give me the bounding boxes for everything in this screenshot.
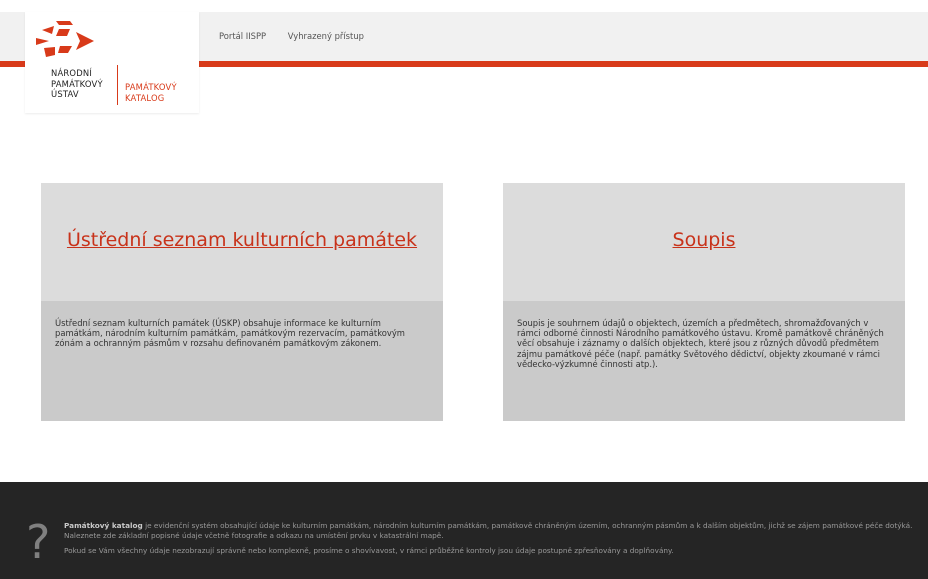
footer: ? Památkový katalog je evidenční systém … (0, 482, 928, 579)
card-body: Ústřední seznam kulturních památek (ÚSKP… (41, 301, 443, 421)
nav-link-portal-iispp[interactable]: Portál IISPP (219, 31, 266, 41)
footer-info: Památkový katalog je evidenční systém ob… (64, 521, 916, 557)
card-body: Soupis je souhrnem údajů o objektech, úz… (503, 301, 905, 421)
logo-org-line: ÚSTAV (51, 89, 79, 99)
card-soupis[interactable]: Soupis Soupis je souhrnem údajů o objekt… (503, 183, 905, 421)
footer-note: Pokud se Vám všechny údaje nezobrazují s… (64, 546, 674, 556)
card-description: Soupis je souhrnem údajů o objektech, úz… (517, 318, 884, 369)
logo-org-line: PAMÁTKOVÝ (51, 78, 103, 89)
logo-app-name: PAMÁTKOVÝ KATALOG (125, 82, 177, 103)
logo-org-name: NÁRODNÍ PAMÁTKOVÝ ÚSTAV (51, 68, 103, 100)
card-description: Ústřední seznam kulturních památek (ÚSKP… (55, 318, 405, 349)
logo-org-line: NÁRODNÍ (51, 68, 92, 78)
logo-app-line: PAMÁTKOVÝ (125, 82, 177, 92)
logo-divider (117, 65, 118, 105)
card-title-link[interactable]: Ústřední seznam kulturních památek (41, 229, 443, 251)
question-mark-icon: ? (26, 515, 51, 569)
footer-description: Památkový katalog je evidenční systém ob… (64, 521, 916, 541)
logo-app-line: KATALOG (125, 92, 165, 103)
card-header: Soupis (503, 183, 905, 301)
logo[interactable]: NÁRODNÍ PAMÁTKOVÝ ÚSTAV PAMÁTKOVÝ KATALO… (25, 12, 199, 113)
npu-logo-icon (36, 21, 94, 57)
card-header: Ústřední seznam kulturních památek (41, 183, 443, 301)
card-uskp[interactable]: Ústřední seznam kulturních památek Ústře… (41, 183, 443, 421)
card-title-link[interactable]: Soupis (503, 229, 905, 251)
footer-lead: Památkový katalog (64, 521, 143, 530)
main-nav: Portál IISPP Vyhrazený přístup (219, 31, 383, 41)
footer-text: je evidenční systém obsahující údaje ke … (64, 521, 913, 541)
nav-link-restricted-access[interactable]: Vyhrazený přístup (288, 31, 364, 41)
